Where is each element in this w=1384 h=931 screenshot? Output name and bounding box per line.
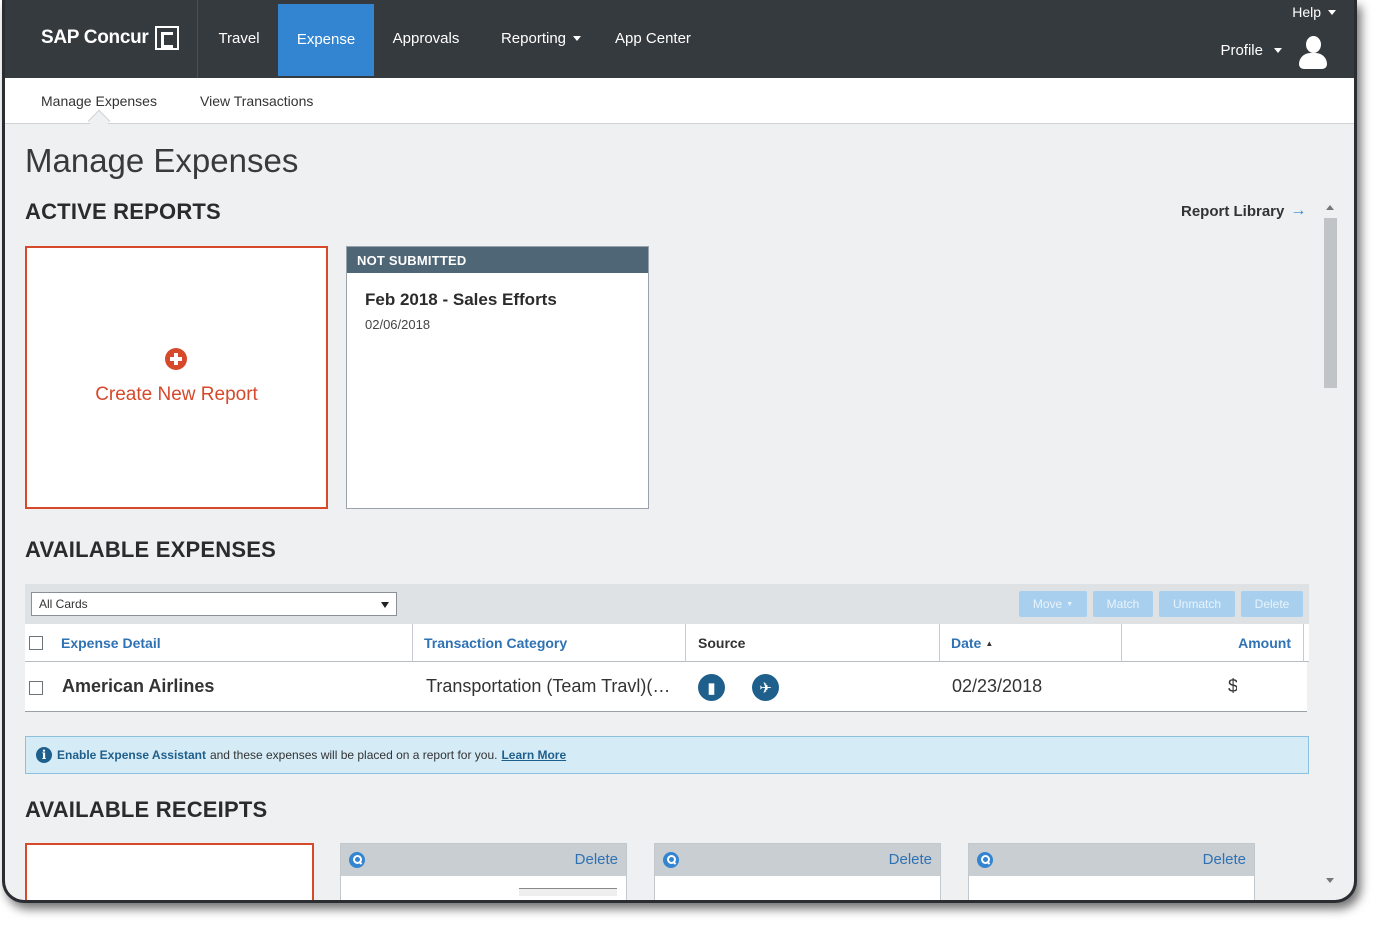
subnav-item-manage-expenses[interactable]: Manage Expenses xyxy=(41,93,157,109)
column-transaction-category[interactable]: Transaction Category xyxy=(424,624,567,662)
report-library-link[interactable]: Report Library → xyxy=(1181,202,1306,220)
nav-item-reporting[interactable]: Reporting xyxy=(481,0,601,78)
card-filter-select[interactable]: All Cards xyxy=(31,592,397,616)
sap-concur-logo[interactable]: SAP Concur xyxy=(41,26,179,50)
receipt-delete-link[interactable]: Delete xyxy=(1203,851,1246,868)
chevron-down-icon xyxy=(1328,9,1336,15)
create-new-report-label: Create New Report xyxy=(95,384,258,405)
receipt-delete-link[interactable]: Delete xyxy=(575,851,618,868)
column-divider xyxy=(939,624,940,662)
banner-text: and these expenses will be placed on a r… xyxy=(209,748,498,762)
column-date[interactable]: Date ▲ xyxy=(951,624,993,662)
magnify-icon[interactable] xyxy=(349,852,365,868)
receipt-card-header: Delete xyxy=(655,844,940,876)
nav-item-travel[interactable]: Travel xyxy=(199,0,279,78)
expense-date: 02/23/2018 xyxy=(952,676,1043,696)
select-all-checkbox[interactable] xyxy=(29,636,43,650)
expenses-table-header: Expense Detail Transaction Category Sour… xyxy=(25,624,1309,662)
top-navigation-bar: SAP Concur Travel Expense Approvals Repo… xyxy=(5,0,1354,78)
row-checkbox[interactable] xyxy=(29,681,43,695)
column-divider xyxy=(1303,624,1304,662)
learn-more-link[interactable]: Learn More xyxy=(501,748,566,762)
subnav-item-view-transactions[interactable]: View Transactions xyxy=(200,93,313,109)
column-amount[interactable]: Amount xyxy=(1238,624,1291,662)
receipt-card[interactable]: Delete xyxy=(968,843,1255,900)
help-menu[interactable]: Help xyxy=(1292,4,1336,20)
chevron-down-icon xyxy=(1274,48,1282,53)
chevron-down-icon xyxy=(573,35,582,41)
vertical-scrollbar[interactable] xyxy=(1321,200,1339,890)
app-window: SAP Concur Travel Expense Approvals Repo… xyxy=(2,0,1357,903)
card-icon: ▮ xyxy=(698,674,725,701)
column-divider xyxy=(412,624,413,662)
delete-button[interactable]: Delete xyxy=(1241,591,1303,617)
column-divider xyxy=(685,624,686,662)
report-status-badge: NOT SUBMITTED xyxy=(347,247,648,273)
nav-item-expense[interactable]: Expense xyxy=(278,4,374,76)
column-divider xyxy=(1121,624,1122,662)
amount-value xyxy=(1237,672,1297,702)
expenses-toolbar: All Cards Move ▼ Match Unmatch Delete xyxy=(25,584,1309,624)
scroll-up-arrow-icon[interactable] xyxy=(1326,205,1334,210)
user-avatar-icon[interactable] xyxy=(1298,36,1328,70)
expense-assistant-banner: i Enable Expense Assistant and these exp… xyxy=(25,736,1309,774)
info-icon: i xyxy=(36,747,52,763)
arrow-right-icon: → xyxy=(1290,202,1307,219)
plus-circle-icon xyxy=(165,348,187,370)
nav-item-app-center[interactable]: App Center xyxy=(601,0,705,78)
receipt-thumbnail xyxy=(519,888,617,896)
add-receipt-card[interactable] xyxy=(25,843,314,900)
nav-item-approvals[interactable]: Approvals xyxy=(374,0,478,78)
move-button[interactable]: Move ▼ xyxy=(1019,591,1087,617)
receipt-card[interactable]: Delete xyxy=(654,843,941,900)
page-title: Manage Expenses xyxy=(25,142,299,179)
create-new-report-card[interactable]: Create New Report xyxy=(25,246,328,509)
scrollbar-thumb[interactable] xyxy=(1324,218,1337,388)
transaction-category: Transportation (Team Travl)(… xyxy=(426,676,671,696)
brand-name: SAP Concur xyxy=(41,27,149,48)
receipt-delete-link[interactable]: Delete xyxy=(889,851,932,868)
magnify-icon[interactable] xyxy=(663,852,679,868)
nav-divider xyxy=(197,0,198,78)
report-date: 02/06/2018 xyxy=(365,317,431,332)
scroll-down-arrow-icon[interactable] xyxy=(1326,878,1334,883)
expense-detail: American Airlines xyxy=(62,676,215,696)
column-expense-detail[interactable]: Expense Detail xyxy=(61,624,161,662)
sub-navigation-bar: Manage Expenses View Transactions xyxy=(5,78,1354,124)
sort-ascending-icon: ▲ xyxy=(985,638,994,648)
report-name: Feb 2018 - Sales Efforts xyxy=(365,290,557,309)
profile-menu[interactable]: Profile xyxy=(1220,42,1282,59)
column-source: Source xyxy=(698,635,746,651)
caret-down-icon: ▼ xyxy=(1066,600,1074,608)
magnify-icon[interactable] xyxy=(977,852,993,868)
available-expenses-heading: AVAILABLE EXPENSES xyxy=(25,537,276,562)
receipt-card[interactable]: Delete xyxy=(340,843,627,900)
unmatch-button[interactable]: Unmatch xyxy=(1159,591,1235,617)
expense-assistant-link[interactable]: Enable Expense Assistant xyxy=(57,748,206,762)
airplane-icon: ✈ xyxy=(752,674,779,701)
active-reports-heading: ACTIVE REPORTS xyxy=(25,199,221,224)
match-button[interactable]: Match xyxy=(1093,591,1153,617)
chevron-down-icon xyxy=(381,602,389,608)
concur-logo-icon xyxy=(154,26,179,50)
receipt-card-header: Delete xyxy=(969,844,1254,876)
available-receipts-heading: AVAILABLE RECEIPTS xyxy=(25,797,268,822)
report-card[interactable]: NOT SUBMITTED Feb 2018 - Sales Efforts 0… xyxy=(346,246,649,509)
table-row[interactable]: American Airlines Transportation (Team T… xyxy=(25,662,1307,712)
receipt-card-header: Delete xyxy=(341,844,626,876)
